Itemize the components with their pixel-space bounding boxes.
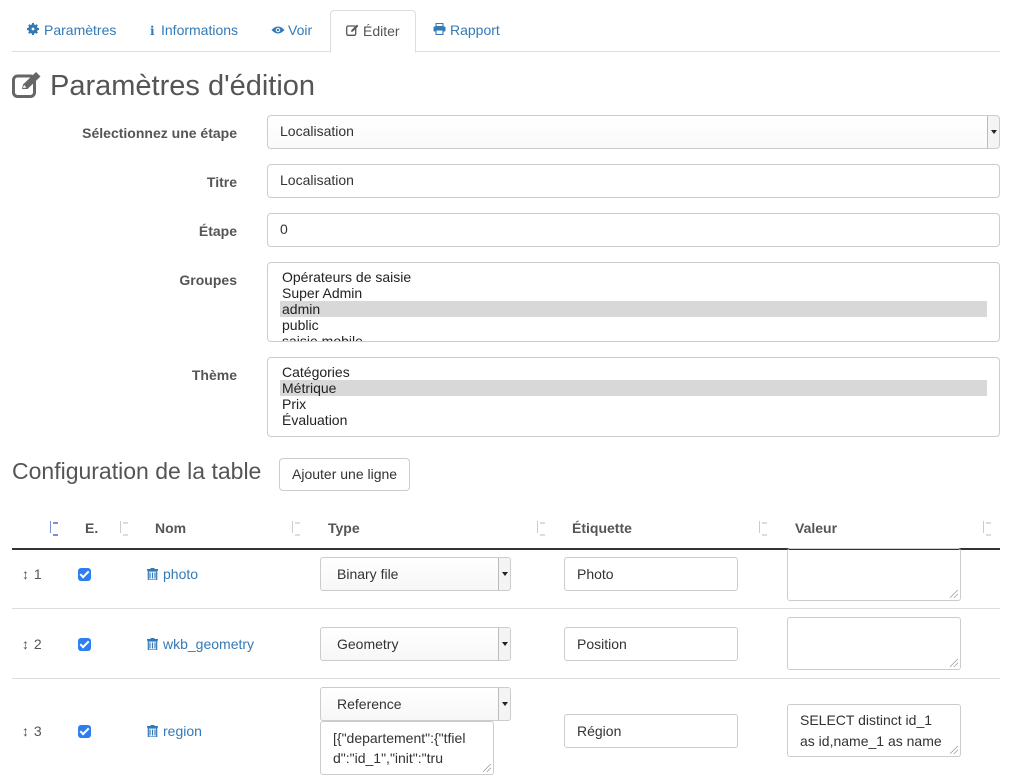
theme-listbox[interactable]: Catégories Métrique Prix Évaluation — [267, 357, 1000, 437]
page-title-text: Paramètres d'édition — [50, 70, 316, 102]
tab-voir[interactable]: Voir — [256, 10, 327, 52]
tab-label: Rapport — [450, 22, 500, 38]
row-label-input[interactable]: Région — [564, 714, 738, 748]
row-enabled-checkbox[interactable] — [78, 568, 91, 581]
tab-label: Informations — [161, 22, 239, 38]
row-divider — [12, 678, 1000, 679]
chevron-down-icon — [498, 688, 510, 720]
row-type-config-textarea[interactable]: [{"departement":{"tfield":"id_1","init":… — [320, 721, 494, 775]
row-enabled-checkbox[interactable] — [78, 725, 91, 738]
row-type-select[interactable]: Binary file — [320, 557, 511, 591]
chevron-down-icon — [987, 116, 999, 148]
resize-handle-icon[interactable] — [950, 746, 958, 754]
row-name: region — [163, 723, 202, 739]
theme-option[interactable]: Évaluation — [280, 412, 987, 428]
row-type-value: Binary file — [337, 566, 399, 582]
row-type-select[interactable]: Geometry — [320, 627, 511, 661]
title-input[interactable]: Localisation — [267, 164, 1000, 198]
row-name: photo — [163, 566, 199, 582]
trash-icon — [147, 568, 158, 580]
drag-handle-icon[interactable]: ↕ — [22, 723, 30, 739]
theme-option-selected[interactable]: Métrique — [280, 380, 987, 396]
table-row-order[interactable]: ↕ 1 — [22, 566, 42, 582]
resize-handle-icon[interactable] — [950, 659, 958, 667]
row-type-config: [{"departement":{"tfield":"id_1","init":… — [333, 730, 466, 766]
row-number: 3 — [33, 723, 42, 739]
drag-handle-icon[interactable]: ↕ — [22, 636, 30, 652]
sort-icon[interactable] — [116, 520, 130, 536]
trash-icon — [147, 638, 158, 650]
tab-editer[interactable]: Éditer — [330, 10, 416, 53]
groups-option[interactable]: saisie mobile — [280, 333, 987, 341]
etape-input[interactable]: 0 — [267, 213, 1000, 247]
header-valeur: Valeur — [795, 520, 838, 536]
row-type-value: Geometry — [337, 636, 399, 652]
step-select-value: Localisation — [280, 123, 354, 139]
row-value-textarea[interactable] — [787, 548, 961, 601]
tab-bar: Paramètres i Informations Voir Éditer Rap… — [12, 10, 1000, 53]
tab-rapport[interactable]: Rapport — [418, 10, 515, 52]
resize-handle-icon[interactable] — [950, 590, 958, 598]
tab-label: Éditer — [363, 23, 400, 39]
info-icon: i — [150, 24, 155, 38]
add-row-button[interactable]: Ajouter une ligne — [279, 458, 411, 491]
theme-option[interactable]: Catégories — [280, 364, 987, 380]
trash-icon — [147, 725, 158, 737]
eye-icon — [271, 24, 285, 38]
row-type-select[interactable]: Reference — [320, 687, 511, 721]
table-row-order[interactable]: ↕ 2 — [22, 636, 42, 652]
chevron-down-icon — [498, 558, 510, 590]
row-label-input[interactable]: Position — [564, 627, 738, 661]
tab-parametres[interactable]: Paramètres — [12, 10, 131, 52]
drag-handle-icon[interactable]: ↕ — [22, 566, 30, 582]
sort-icon[interactable] — [46, 520, 60, 536]
edit-icon — [12, 72, 42, 98]
sort-icon[interactable] — [755, 520, 769, 536]
header-nom: Nom — [155, 520, 187, 536]
header-etiquette: Étiquette — [572, 520, 632, 536]
row-divider — [12, 608, 1000, 609]
sort-icon[interactable] — [288, 520, 302, 536]
tab-label: Paramètres — [44, 22, 117, 38]
step-label: Sélectionnez une étape — [82, 125, 237, 141]
groups-option[interactable]: Super Admin — [280, 285, 987, 301]
table-row-order[interactable]: ↕ 3 — [22, 723, 42, 739]
row-value-textarea[interactable] — [787, 617, 961, 670]
row-name: wkb_geometry — [163, 636, 255, 652]
tab-label: Voir — [288, 22, 313, 38]
groups-listbox[interactable]: Opérateurs de saisie Super Admin admin p… — [267, 262, 1000, 342]
groups-option[interactable]: Opérateurs de saisie — [280, 269, 987, 285]
tab-informations[interactable]: i Informations — [135, 10, 253, 52]
row-label-input[interactable]: Photo — [564, 557, 738, 591]
print-icon — [433, 22, 447, 38]
groups-label: Groupes — [179, 272, 237, 288]
chevron-down-icon — [498, 628, 510, 660]
step-select[interactable]: Localisation — [267, 115, 1000, 149]
row-value-textarea[interactable]: SELECT distinct id_1 as id,name_1 as nam… — [787, 704, 961, 757]
row-name-link[interactable]: wkb_geometry — [147, 636, 254, 652]
header-e: E. — [85, 520, 99, 536]
sort-icon[interactable] — [979, 520, 993, 536]
row-value: SELECT distinct id_1 as id,name_1 as nam… — [800, 712, 942, 749]
row-number: 2 — [33, 636, 42, 652]
resize-handle-icon[interactable] — [483, 764, 491, 772]
sort-icon[interactable] — [533, 520, 547, 536]
table-config-title: Configuration de la table — [12, 458, 262, 484]
row-number: 1 — [33, 566, 42, 582]
row-name-link[interactable]: photo — [147, 566, 198, 582]
groups-option-selected[interactable]: admin — [280, 301, 987, 317]
gear-icon — [27, 23, 41, 38]
edit-icon — [346, 24, 360, 39]
groups-option[interactable]: public — [280, 317, 987, 333]
header-type: Type — [328, 520, 360, 536]
page-title: Paramètres d'édition — [12, 70, 315, 103]
row-type-value: Reference — [337, 696, 402, 712]
title-label: Titre — [206, 174, 237, 190]
theme-option[interactable]: Prix — [280, 396, 987, 412]
row-name-link[interactable]: region — [147, 723, 202, 739]
theme-label: Thème — [191, 367, 237, 383]
row-enabled-checkbox[interactable] — [78, 638, 91, 651]
etape-label: Étape — [198, 223, 237, 239]
